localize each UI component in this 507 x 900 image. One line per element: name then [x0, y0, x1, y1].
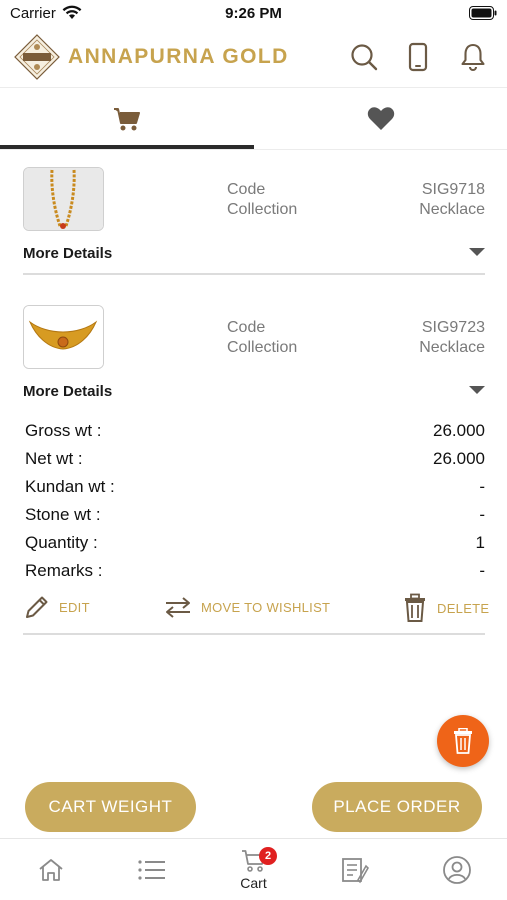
nav-cart[interactable]: Cart 2: [203, 839, 304, 900]
pencil-icon: [26, 596, 48, 618]
detail-row-kundan-wt: Kundan wt : -: [25, 477, 485, 497]
detail-label: Kundan wt :: [25, 477, 115, 496]
cart-item: Code SIG9718 Collection Necklace More De…: [23, 167, 485, 277]
detail-value: 26.000: [433, 421, 485, 440]
clear-cart-fab[interactable]: [437, 715, 489, 767]
detail-label: Quantity :: [25, 533, 98, 552]
nav-home[interactable]: [0, 839, 101, 900]
status-time: 9:26 PM: [225, 5, 282, 22]
nav-catalog[interactable]: [304, 839, 405, 900]
nav-cart-label: Cart: [240, 875, 267, 891]
place-order-button[interactable]: PLACE ORDER: [312, 782, 482, 832]
battery-icon: [469, 6, 497, 20]
tab-wishlist[interactable]: [254, 88, 507, 150]
choker-image: [24, 306, 103, 368]
collection-label: Collection: [227, 201, 298, 218]
necklace-image: [24, 168, 103, 230]
detail-label: Gross wt :: [25, 421, 102, 440]
heart-icon: [367, 107, 394, 130]
chevron-down-icon[interactable]: [469, 386, 485, 394]
bell-icon[interactable]: [458, 42, 488, 72]
code-value: SIG9723: [421, 319, 485, 336]
detail-label: Stone wt :: [25, 505, 101, 524]
bottom-navigation: Cart 2: [0, 838, 507, 900]
swap-arrows-icon: [166, 597, 190, 618]
detail-row-stone-wt: Stone wt : -: [25, 505, 485, 525]
detail-value: 26.000: [433, 449, 485, 468]
search-icon[interactable]: [349, 42, 379, 72]
product-thumbnail[interactable]: [23, 305, 104, 369]
code-label: Code: [227, 319, 266, 336]
cart-weight-button[interactable]: CART WEIGHT: [25, 782, 196, 832]
more-details-toggle[interactable]: More Details: [23, 245, 112, 262]
item-divider: [23, 633, 485, 635]
nav-profile[interactable]: [406, 839, 507, 900]
status-bar: Carrier 9:26 PM: [0, 0, 507, 28]
catalog-icon: [341, 858, 369, 884]
move-to-wishlist-label: MOVE TO WISHLIST: [201, 599, 331, 615]
collection-value: Necklace: [419, 201, 485, 218]
chevron-down-icon[interactable]: [469, 248, 485, 256]
edit-button[interactable]: EDIT: [23, 593, 90, 621]
code-value: SIG9718: [421, 181, 485, 198]
tab-cart[interactable]: [0, 88, 253, 150]
profile-icon: [442, 856, 471, 884]
trash-icon: [454, 728, 472, 754]
cart-icon: [113, 108, 140, 131]
detail-row-quantity: Quantity : 1: [25, 533, 485, 553]
detail-value: -: [479, 505, 485, 524]
delete-button[interactable]: DELETE: [401, 593, 489, 623]
collection-value: Necklace: [419, 339, 485, 356]
detail-value: -: [479, 561, 485, 580]
product-thumbnail[interactable]: [23, 167, 104, 231]
detail-row-remarks: Remarks : -: [25, 561, 485, 581]
app-header: ANNAPURNA GOLD: [0, 28, 507, 88]
more-details-toggle[interactable]: More Details: [23, 383, 112, 400]
brand-logo[interactable]: [14, 34, 60, 80]
detail-row-gross-wt: Gross wt : 26.000: [25, 421, 485, 441]
cart-count-badge: 2: [259, 847, 277, 865]
brand-name: ANNAPURNA GOLD: [68, 45, 289, 68]
detail-value: 1: [475, 533, 485, 552]
detail-row-net-wt: Net wt : 26.000: [25, 449, 485, 469]
tab-active-indicator: [0, 145, 254, 149]
nav-list[interactable]: [101, 839, 202, 900]
item-divider: [23, 273, 485, 275]
list-icon: [137, 860, 165, 880]
phone-icon[interactable]: [403, 42, 433, 72]
cart-item: Code SIG9723 Collection Necklace More De…: [23, 305, 489, 640]
collection-label: Collection: [227, 339, 298, 356]
move-to-wishlist-button[interactable]: MOVE TO WISHLIST: [163, 593, 330, 621]
trash-icon: [405, 593, 425, 622]
cart-wishlist-tabs: [0, 88, 507, 150]
detail-label: Net wt :: [25, 449, 83, 468]
code-label: Code: [227, 181, 266, 198]
home-icon: [38, 859, 63, 881]
delete-label: DELETE: [437, 600, 490, 616]
edit-label: EDIT: [59, 599, 90, 615]
detail-label: Remarks :: [25, 561, 103, 580]
detail-value: -: [479, 477, 485, 496]
